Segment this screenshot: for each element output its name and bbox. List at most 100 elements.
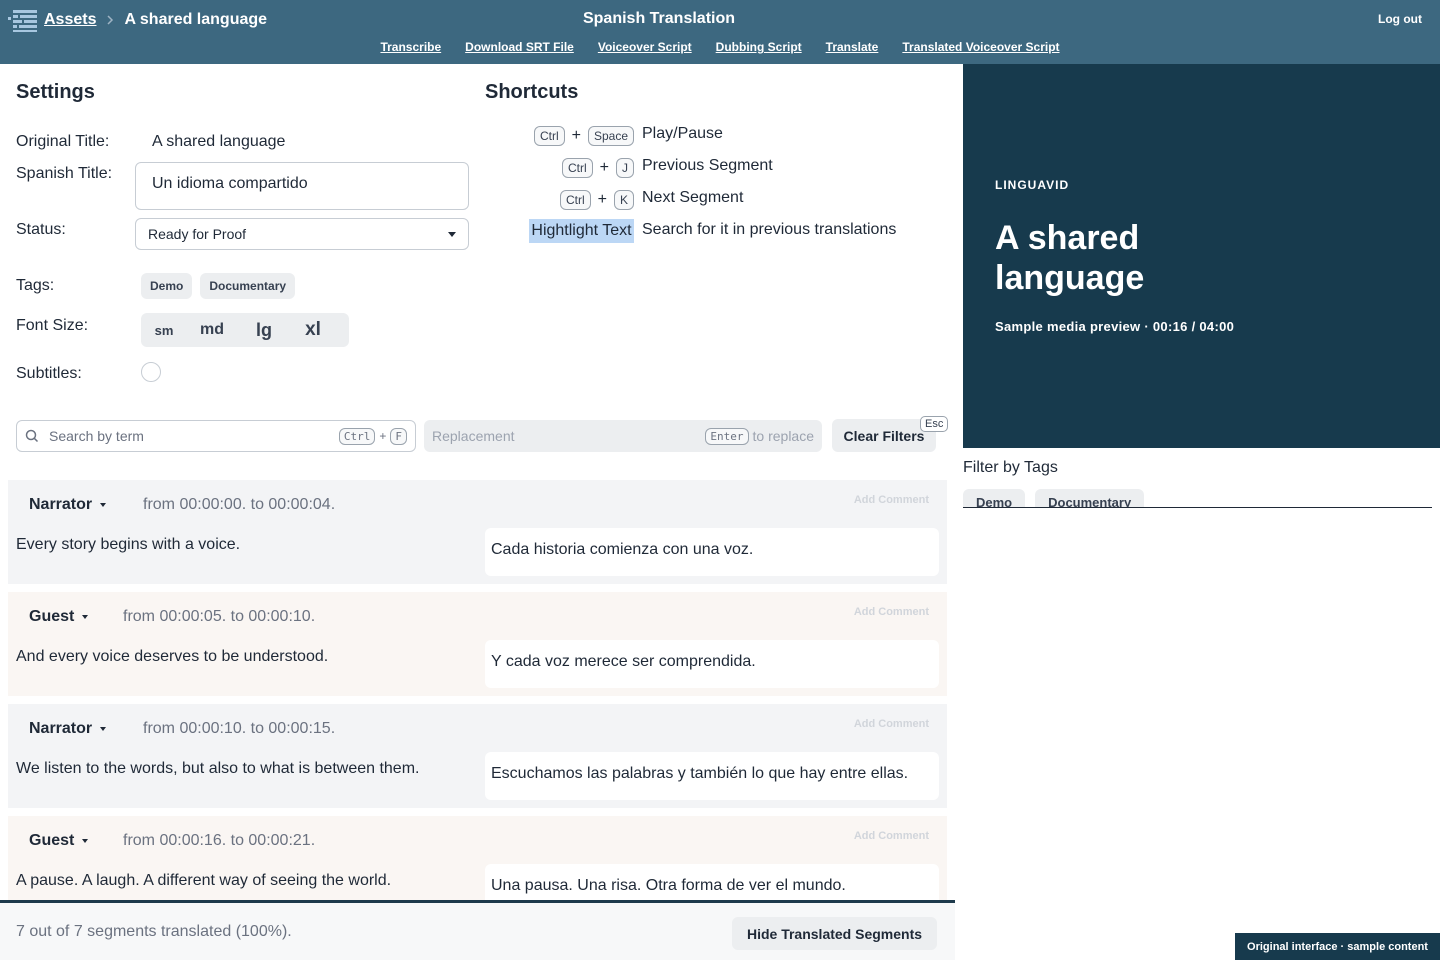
shortcut-keys-next: Ctrl + K bbox=[559, 190, 634, 210]
preview-title: A shared language bbox=[995, 219, 1145, 297]
font-size-sm-button[interactable]: sm bbox=[141, 313, 187, 347]
tags-label: Tags: bbox=[16, 277, 55, 294]
kbd-ctrl: Ctrl bbox=[338, 427, 376, 445]
shortcut-keys-previous: Ctrl + J bbox=[561, 158, 634, 178]
kbd-enter: Enter bbox=[705, 427, 749, 445]
subtitles-label: Subtitles: bbox=[16, 365, 82, 382]
shortcut-desc-play: Play/Pause bbox=[642, 125, 723, 142]
speaker-name: Narrator bbox=[29, 496, 93, 513]
speaker-name: Guest bbox=[29, 832, 75, 849]
settings-heading: Settings bbox=[16, 81, 95, 103]
nav-dubbing-script[interactable]: Dubbing Script bbox=[716, 40, 802, 54]
spanish-title-label: Spanish Title: bbox=[16, 165, 113, 182]
hide-translated-button[interactable]: Hide Translated Segments bbox=[732, 917, 937, 950]
shortcut-desc-next: Next Segment bbox=[642, 189, 744, 206]
segment-row: Narrator from 00:00:10. to 00:00:15. Add… bbox=[8, 704, 947, 808]
segment-timing: from 00:00:00. to 00:00:04. bbox=[143, 496, 336, 513]
segment-row: Guest from 00:00:05. to 00:00:10. Add Co… bbox=[8, 592, 947, 696]
caret-down-icon bbox=[448, 231, 456, 237]
search-icon bbox=[25, 429, 39, 443]
kbd-j: J bbox=[616, 158, 634, 178]
caret-down-icon bbox=[100, 503, 107, 507]
shortcut-desc-highlight: Search for it in previous translations bbox=[642, 221, 897, 238]
add-comment-button[interactable]: Add Comment bbox=[854, 606, 929, 618]
search-input[interactable]: Search by term Ctrl + F bbox=[16, 420, 416, 452]
kbd-f: F bbox=[390, 427, 407, 445]
segment-timing: from 00:00:10. to 00:00:15. bbox=[143, 720, 336, 737]
tag-demo[interactable]: Demo bbox=[141, 273, 193, 299]
caret-down-icon bbox=[82, 839, 89, 843]
shortcut-desc-previous: Previous Segment bbox=[642, 157, 773, 174]
filter-by-tags-title: Filter by Tags bbox=[963, 459, 1058, 476]
page-title: Spanish Translation bbox=[582, 10, 736, 27]
target-text-input[interactable]: Escuchamos las palabras y también lo que… bbox=[485, 752, 939, 800]
replace-hint: to replace bbox=[752, 428, 814, 444]
highlight-text-sample: Hightlight Text bbox=[529, 219, 634, 243]
font-size-group: sm md lg xl bbox=[141, 313, 349, 347]
sample-content-badge: Original interface · sample content bbox=[1235, 933, 1440, 960]
subtitles-checkbox[interactable] bbox=[141, 362, 161, 382]
nav-translate[interactable]: Translate bbox=[826, 40, 879, 54]
nav-transcribe[interactable]: Transcribe bbox=[380, 40, 441, 54]
replacement-placeholder: Replacement bbox=[432, 428, 515, 444]
nav-translated-voiceover[interactable]: Translated Voiceover Script bbox=[902, 40, 1059, 54]
speaker-dropdown[interactable]: Guest bbox=[29, 832, 89, 850]
kbd-k: K bbox=[613, 190, 634, 210]
status-select[interactable]: Ready for Proof bbox=[135, 218, 469, 250]
progress-text: 7 out of 7 segments translated (100%). bbox=[16, 923, 292, 940]
tag-documentary[interactable]: Documentary bbox=[200, 273, 296, 299]
source-text: We listen to the words, but also to what… bbox=[16, 760, 420, 777]
speaker-name: Narrator bbox=[29, 720, 93, 737]
add-comment-button[interactable]: Add Comment bbox=[854, 830, 929, 842]
segment-row: Narrator from 00:00:00. to 00:00:04. Add… bbox=[8, 480, 947, 584]
nav-download-srt[interactable]: Download SRT File bbox=[465, 40, 574, 54]
speaker-dropdown[interactable]: Narrator bbox=[29, 720, 107, 738]
tag-list: Demo Documentary bbox=[141, 273, 296, 299]
nav-voiceover-script[interactable]: Voiceover Script bbox=[598, 40, 692, 54]
plus-sign: + bbox=[597, 191, 607, 208]
kbd-ctrl: Ctrl bbox=[533, 126, 565, 146]
filter-tag-list: Demo Documentary bbox=[963, 489, 1432, 508]
search-placeholder: Search by term bbox=[49, 428, 144, 444]
plus-sign: + bbox=[571, 127, 581, 144]
shortcuts-heading: Shortcuts bbox=[485, 81, 579, 103]
caret-down-icon bbox=[100, 727, 107, 731]
segment-timing: from 00:00:16. to 00:00:21. bbox=[123, 832, 316, 849]
media-preview[interactable]: LINGUAVID A shared language Sample media… bbox=[963, 64, 1440, 448]
replacement-input[interactable]: Replacement Enter to replace bbox=[424, 420, 822, 452]
source-text: Every story begins with a voice. bbox=[16, 536, 241, 553]
font-size-lg-button[interactable]: lg bbox=[237, 313, 291, 347]
shortcut-keys-play: Ctrl + Space bbox=[533, 126, 634, 146]
kbd-esc: Esc bbox=[920, 416, 949, 432]
kbd-ctrl: Ctrl bbox=[559, 190, 591, 210]
spanish-title-input[interactable]: Un idioma compartido bbox=[135, 162, 469, 210]
segment-timing: from 00:00:05. to 00:00:10. bbox=[123, 608, 316, 625]
target-text-input[interactable]: Cada historia comienza con una voz. bbox=[485, 528, 939, 576]
status-label: Status: bbox=[16, 221, 66, 238]
status-value: Ready for Proof bbox=[148, 226, 247, 242]
speaker-name: Guest bbox=[29, 608, 75, 625]
preview-meta: Sample media preview · 00:16 / 04:00 bbox=[995, 319, 1235, 334]
filter-tag-documentary[interactable]: Documentary bbox=[1035, 489, 1145, 507]
speaker-dropdown[interactable]: Narrator bbox=[29, 496, 107, 514]
plus-sign: + bbox=[379, 429, 387, 443]
speaker-dropdown[interactable]: Guest bbox=[29, 608, 89, 626]
filter-tag-demo[interactable]: Demo bbox=[963, 489, 1026, 507]
font-size-xl-button[interactable]: xl bbox=[291, 313, 335, 347]
source-text: A pause. A laugh. A different way of see… bbox=[16, 872, 392, 889]
kbd-space: Space bbox=[587, 126, 634, 146]
kbd-ctrl: Ctrl bbox=[561, 158, 593, 178]
font-size-md-button[interactable]: md bbox=[187, 313, 237, 347]
progress-footer: 7 out of 7 segments translated (100%). H… bbox=[0, 900, 955, 960]
font-size-label: Font Size: bbox=[16, 317, 89, 334]
preview-brand: LINGUAVID bbox=[995, 178, 1070, 192]
source-text: And every voice deserves to be understoo… bbox=[16, 648, 329, 665]
logout-link[interactable]: Log out bbox=[1378, 12, 1422, 26]
target-text-input[interactable]: Y cada voz merece ser comprendida. bbox=[485, 640, 939, 688]
top-bar: Assets A shared language Spanish Transla… bbox=[0, 0, 1440, 64]
add-comment-button[interactable]: Add Comment bbox=[854, 494, 929, 506]
add-comment-button[interactable]: Add Comment bbox=[854, 718, 929, 730]
original-title-label: Original Title: bbox=[16, 133, 110, 150]
original-title-value: A shared language bbox=[152, 133, 286, 150]
plus-sign: + bbox=[599, 159, 609, 176]
